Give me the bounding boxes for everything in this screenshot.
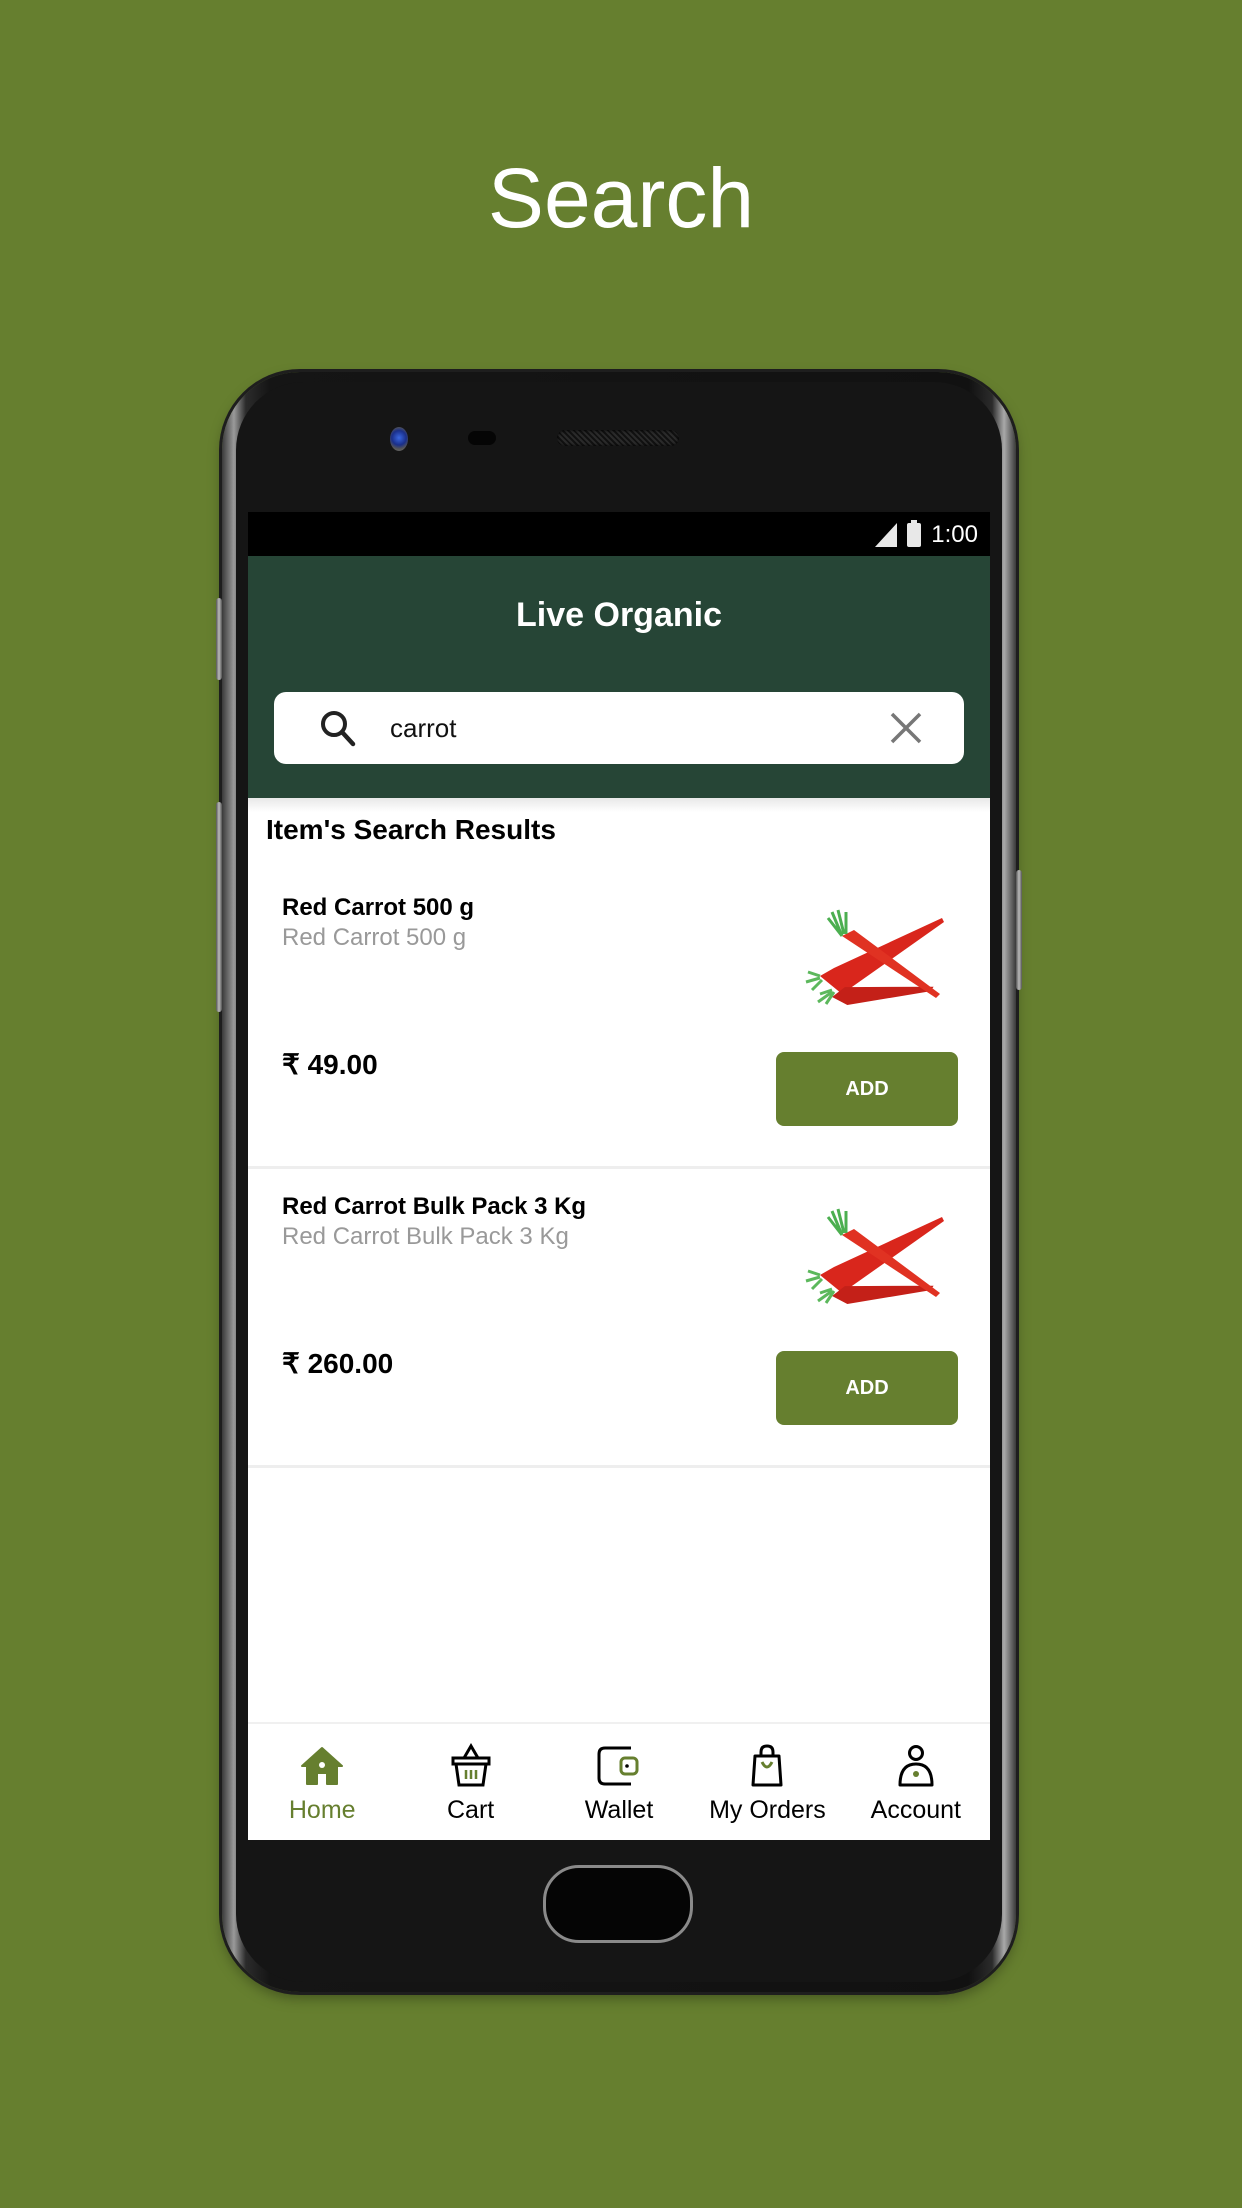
nav-item-wallet[interactable]: Wallet — [545, 1724, 693, 1840]
home-icon — [301, 1747, 344, 1785]
power-button — [1016, 870, 1022, 990]
app-title: Live Organic — [516, 596, 722, 634]
results-header: Item's Search Results — [248, 798, 990, 870]
product-name: Red Carrot Bulk Pack 3 Kg — [282, 1193, 587, 1220]
carrot-illustration — [805, 909, 944, 1005]
nav-label: My Orders — [709, 1796, 826, 1824]
nav-label: Cart — [446, 1796, 495, 1824]
phone-home-button — [543, 1865, 693, 1943]
red-carrot-image — [805, 909, 944, 1005]
nav-label: Wallet — [584, 1796, 654, 1824]
add-to-cart-button[interactable]: ADD — [776, 1351, 958, 1425]
close-icon[interactable] — [888, 710, 924, 746]
red-carrot-image — [805, 1208, 944, 1304]
product-card[interactable]: Red Carrot Bulk Pack 3 Kg Red Carrot Bul… — [248, 1169, 990, 1468]
nav-item-home[interactable]: Home — [248, 1724, 396, 1840]
product-subtitle: Red Carrot 500 g — [282, 924, 467, 951]
nav-label: Account — [870, 1796, 961, 1824]
app-header: Live Organic — [248, 556, 990, 798]
front-camera — [390, 427, 408, 451]
product-name: Red Carrot 500 g — [282, 894, 475, 921]
nav-label: Home — [288, 1796, 356, 1824]
search-icon[interactable] — [318, 708, 358, 748]
status-time: 1:00 — [931, 521, 978, 548]
nav-item-account[interactable]: Account — [842, 1724, 990, 1840]
basket-icon — [451, 1743, 491, 1787]
results-title: Item's Search Results — [266, 814, 556, 845]
volume-down-button — [216, 802, 222, 1012]
nav-item-cart[interactable]: Cart — [396, 1724, 544, 1840]
product-card[interactable]: Red Carrot 500 g Red Carrot 500 g ₹ 49.0… — [248, 870, 990, 1169]
add-to-cart-button[interactable]: ADD — [776, 1052, 958, 1126]
volume-up-button — [216, 598, 222, 680]
battery-icon — [907, 520, 922, 547]
product-subtitle: Red Carrot Bulk Pack 3 Kg — [282, 1223, 569, 1250]
search-input[interactable] — [390, 712, 888, 744]
product-price: ₹ 49.00 — [282, 1049, 378, 1080]
product-price: ₹ 260.00 — [282, 1348, 394, 1379]
user-icon — [898, 1745, 934, 1787]
nav-item-my-orders[interactable]: My Orders — [693, 1724, 841, 1840]
promo-title: Search — [487, 151, 755, 245]
shopping-bag-icon — [751, 1744, 783, 1787]
proximity-sensor — [468, 431, 496, 445]
bottom-navigation: Home Cart Wallet My Orders Account — [248, 1722, 990, 1840]
app-screen: 1:00 Live Organic Item's Search Results — [248, 512, 990, 1840]
status-bar: 1:00 — [248, 512, 990, 556]
signal-icon — [875, 523, 898, 547]
carrot-illustration — [805, 1208, 944, 1304]
wallet-icon — [597, 1746, 639, 1786]
search-bar[interactable] — [274, 692, 964, 764]
earpiece-speaker — [557, 430, 679, 446]
